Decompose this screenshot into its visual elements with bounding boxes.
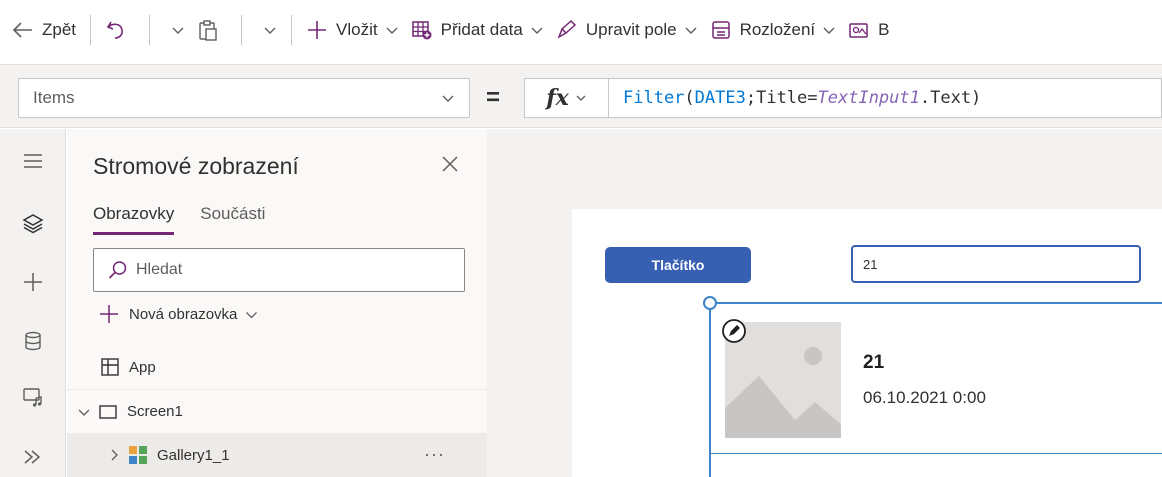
undo-icon — [105, 19, 127, 41]
property-value: Items — [33, 88, 75, 107]
chevron-down-icon[interactable] — [77, 405, 91, 419]
layout-label: Rozložení — [739, 20, 816, 39]
new-screen-button[interactable]: Nová obrazovka — [99, 304, 258, 324]
paste-button[interactable] — [191, 12, 233, 48]
chevron-down-icon — [441, 91, 455, 105]
gallery-item[interactable]: 21 06.10.2021 0:00 — [711, 308, 1162, 454]
formula-function: Filter — [623, 88, 685, 108]
table-add-icon — [411, 19, 433, 41]
arrow-left-icon — [12, 19, 34, 41]
truncated-label: B — [878, 20, 890, 39]
tree-node-app[interactable]: App — [67, 345, 487, 389]
insert-button[interactable]: Vložit — [300, 12, 405, 48]
left-rail — [0, 129, 66, 477]
text-input-preview[interactable]: 21 — [851, 245, 1141, 283]
more-options-icon[interactable]: ··· — [424, 444, 445, 465]
clipboard-icon — [197, 19, 219, 41]
toolbar-divider — [291, 15, 293, 45]
chevron-down-icon — [245, 308, 258, 321]
gallery-item-title: 21 — [863, 352, 885, 373]
search-icon — [108, 260, 128, 280]
add-data-label: Přidat data — [440, 20, 523, 39]
media-icon[interactable] — [21, 385, 45, 409]
chevron-down-icon — [263, 23, 277, 37]
plus-icon — [306, 19, 328, 41]
back-label: Zpět — [42, 20, 77, 39]
pen-icon — [556, 19, 578, 41]
gallery-icon — [127, 444, 149, 466]
equals-sign: = — [486, 84, 501, 111]
paste-dropdown[interactable] — [250, 12, 283, 48]
fx-icon: fx — [546, 85, 569, 111]
tree-node-screen1-label: Screen1 — [127, 403, 183, 420]
chevron-down-icon — [575, 92, 587, 104]
insert-label: Vložit — [336, 20, 378, 39]
tree-tabs: Obrazovky Součásti — [93, 204, 265, 235]
toolbar-divider — [241, 15, 243, 45]
edit-fields-label: Upravit pole — [585, 20, 677, 39]
chevron-down-icon — [684, 23, 698, 37]
property-dropdown[interactable]: Items — [18, 78, 470, 118]
layout-icon — [710, 19, 732, 41]
chevron-down-icon — [822, 23, 836, 37]
tree-view-title: Stromové zobrazení — [93, 153, 299, 179]
plus-icon — [99, 304, 119, 324]
toolbar-divider — [90, 15, 92, 45]
formula-tail: .Text) — [919, 88, 982, 108]
undo-button[interactable] — [99, 12, 141, 48]
plus-icon[interactable] — [21, 270, 45, 294]
chevron-down-icon — [171, 23, 185, 37]
formula-middle: ;Title= — [745, 88, 818, 108]
chevron-down-icon — [530, 23, 544, 37]
hamburger-menu-icon[interactable] — [21, 149, 45, 173]
tree-node-screen1[interactable]: Screen1 — [67, 389, 487, 433]
layers-icon[interactable] — [21, 211, 45, 235]
add-data-button[interactable]: Přidat data — [405, 12, 550, 48]
back-button[interactable]: Zpět — [6, 12, 82, 48]
gallery-preview[interactable]: 21 06.10.2021 0:00 — [703, 296, 1162, 477]
formula-text[interactable]: Filter(DATE3;Title=TextInput1.Text) — [609, 88, 981, 108]
design-canvas: Tlačítko 21 21 06.10.2021 0:00 — [487, 129, 1162, 477]
layout-button[interactable]: Rozložení — [704, 12, 843, 48]
chevron-right-icon[interactable] — [107, 448, 121, 462]
app-icon — [99, 356, 121, 378]
chevron-down-icon — [385, 23, 399, 37]
search-placeholder: Hledat — [136, 261, 183, 278]
edit-fields-button[interactable]: Upravit pole — [550, 12, 704, 48]
fx-button[interactable]: fx — [525, 79, 609, 117]
tab-screens[interactable]: Obrazovky — [93, 204, 175, 235]
undo-dropdown[interactable] — [158, 12, 191, 48]
edit-pencil-icon[interactable] — [721, 318, 747, 344]
screen-preview[interactable]: Tlačítko 21 21 06.10.2021 0:00 — [572, 209, 1162, 477]
tree-view-panel: Stromové zobrazení Obrazovky Součásti Hl… — [67, 129, 487, 477]
gallery-item-subtitle: 06.10.2021 0:00 — [863, 388, 986, 407]
advanced-tools-icon[interactable] — [21, 445, 45, 469]
tree-node-gallery-label: Gallery1_1 — [157, 446, 230, 464]
command-bar: Zpět Vložit Přidat data Upravit pole Roz… — [0, 0, 1162, 60]
formula-datasource: DATE3 — [694, 88, 746, 108]
tree-node-gallery1-1[interactable]: Gallery1_1 ··· — [67, 433, 487, 477]
new-screen-label: Nová obrazovka — [129, 305, 238, 323]
toolbar-divider — [149, 15, 151, 45]
image-text-icon — [848, 19, 870, 41]
formula-control: TextInput1 — [817, 88, 920, 108]
formula-bar: Items = fx Filter(DATE3;Title=TextInput1… — [0, 64, 1162, 128]
screen-icon — [97, 401, 119, 423]
tree-node-app-label: App — [129, 358, 156, 376]
database-icon[interactable] — [21, 329, 45, 353]
formula-open-paren: ( — [684, 88, 695, 108]
formula-input[interactable]: fx Filter(DATE3;Title=TextInput1.Text) — [524, 78, 1162, 118]
tab-components[interactable]: Součásti — [200, 204, 265, 235]
close-icon[interactable] — [439, 153, 461, 175]
tree-search-input[interactable]: Hledat — [93, 248, 465, 292]
button-control-preview[interactable]: Tlačítko — [605, 247, 751, 283]
truncated-command[interactable]: B — [842, 12, 895, 48]
